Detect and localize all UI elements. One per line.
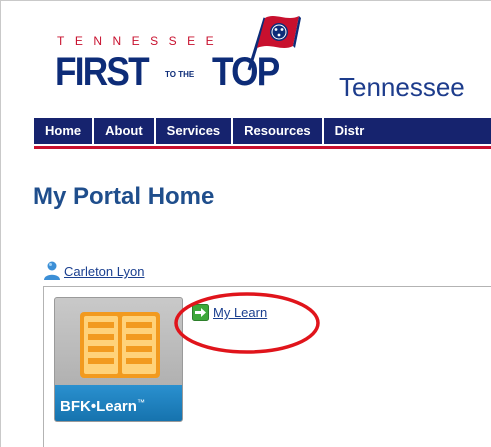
nav-underline <box>34 146 491 149</box>
tile-label: BFK•Learn™ <box>55 385 182 421</box>
trademark-symbol: ™ <box>136 398 145 407</box>
nav-item-districts[interactable]: Distr <box>324 118 376 144</box>
tile-label-text: BFK•Learn <box>60 398 137 415</box>
first-to-the-top-logo[interactable]: TENNESSEE FIRST TO THE TOP <box>47 12 327 104</box>
nav-item-home[interactable]: Home <box>34 118 95 144</box>
main-nav: Home About Services Resources Distr <box>34 118 491 144</box>
logo-tennessee-text: TENNESSEE <box>57 34 225 48</box>
green-arrow-icon <box>192 304 209 321</box>
bfk-learn-app-tile[interactable]: BFK•Learn™ <box>54 297 183 422</box>
my-learn-row: My Learn <box>192 304 267 321</box>
nav-item-about[interactable]: About <box>94 118 156 144</box>
nav-item-resources[interactable]: Resources <box>233 118 324 144</box>
state-name-heading: Tennessee <box>339 72 465 102</box>
nav-item-services[interactable]: Services <box>156 118 234 144</box>
my-learn-link[interactable]: My Learn <box>213 305 267 320</box>
user-name-link[interactable]: Carleton Lyon <box>64 264 144 280</box>
flag-icon <box>247 16 301 71</box>
user-row: Carleton Lyon <box>42 258 144 280</box>
page-title: My Portal Home <box>33 183 215 210</box>
book-icon <box>80 312 160 378</box>
logo-to-the-text: TO THE <box>165 70 195 79</box>
user-icon <box>44 261 60 280</box>
logo-first-text: FIRST <box>55 50 150 94</box>
